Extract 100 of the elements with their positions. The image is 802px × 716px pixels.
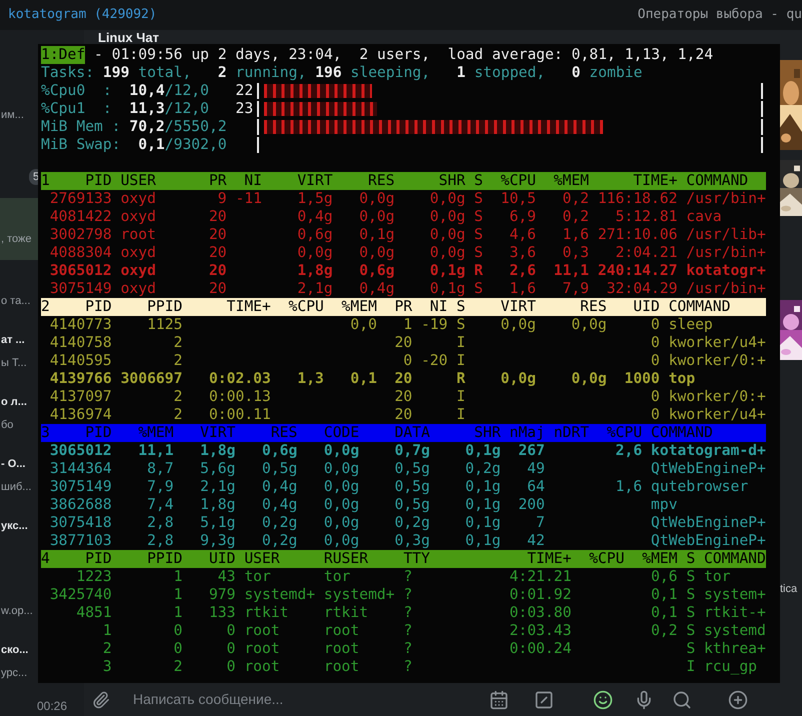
table-cell: 267 bbox=[518, 442, 545, 459]
chat-list-item[interactable]: , тоже bbox=[0, 198, 38, 260]
column-header: TIME+ bbox=[526, 550, 572, 568]
table-cell: I bbox=[456, 388, 466, 405]
table-cell: 0,5g bbox=[394, 478, 430, 495]
table-cell: 0:00.24 bbox=[510, 640, 572, 657]
table-cell: 0,0g bbox=[359, 244, 395, 261]
table-cell: 20 bbox=[394, 388, 412, 405]
message-input[interactable]: Написать сообщение... bbox=[133, 689, 489, 710]
table-cell: systemd+ bbox=[244, 586, 316, 603]
table-cell: rtkit bbox=[324, 604, 368, 621]
column-header: USER bbox=[120, 172, 157, 190]
table-cell: rtkit-+ bbox=[704, 604, 766, 621]
table-cell: mpv bbox=[650, 496, 678, 513]
table-cell: 979 bbox=[208, 586, 236, 603]
window-label: 1:Def bbox=[41, 46, 86, 64]
table-cell: 0,1g bbox=[465, 532, 501, 549]
window-number: 2 bbox=[41, 298, 50, 316]
column-header: %CPU bbox=[288, 298, 324, 316]
table-cell: 0,5g bbox=[394, 460, 430, 477]
table-cell: 32:04.29 bbox=[606, 280, 678, 297]
calendar-icon[interactable] bbox=[489, 690, 509, 710]
meter-value: 10,4 bbox=[128, 82, 165, 100]
table-cell: 2 bbox=[174, 334, 182, 351]
meter-percent: 22 bbox=[236, 82, 254, 99]
chat-preview: шиб... bbox=[1, 480, 32, 495]
chat-preview: w.op... bbox=[1, 604, 33, 619]
table-cell: 7 bbox=[536, 514, 545, 531]
table-cell: 1223 bbox=[76, 568, 112, 585]
table-cell: 240:14.27 bbox=[598, 262, 678, 279]
table-cell: 1 bbox=[174, 586, 182, 603]
table-cell: 0 bbox=[226, 658, 236, 675]
table-cell: 3075418 bbox=[50, 514, 112, 531]
column-header: %MEM bbox=[552, 172, 590, 190]
window-number: 3 bbox=[41, 424, 50, 442]
table-cell: 2,6 bbox=[616, 442, 642, 459]
meter-value: 0,1 bbox=[137, 136, 165, 154]
column-header: COMMAND bbox=[668, 298, 732, 316]
table-cell: 11,1 bbox=[138, 442, 174, 459]
table-cell: oxyd bbox=[120, 244, 156, 261]
column-header: PR bbox=[394, 298, 412, 316]
plus-icon[interactable] bbox=[728, 690, 748, 710]
search-icon[interactable] bbox=[672, 690, 692, 710]
column-header: USER bbox=[244, 550, 281, 568]
table-cell: root bbox=[324, 622, 360, 639]
meter-value: 70,2 bbox=[128, 118, 165, 136]
table-cell: 0:00.11 bbox=[208, 406, 271, 423]
column-header: %CPU bbox=[500, 172, 536, 190]
table-cell: ? bbox=[403, 586, 412, 603]
table-cell: 0,1 bbox=[650, 586, 678, 603]
table-cell: 0,1g bbox=[430, 262, 466, 279]
table-cell: rtkit bbox=[244, 604, 289, 621]
table-cell: system+ bbox=[704, 586, 766, 603]
table-cell: 1 bbox=[174, 604, 182, 621]
window-number: 4 bbox=[41, 550, 50, 568]
emoji-icon[interactable] bbox=[593, 690, 613, 710]
table-cell: 4851 bbox=[76, 604, 112, 621]
table-cell: 1,6 bbox=[562, 226, 590, 243]
column-header: NI bbox=[428, 298, 448, 316]
table-cell: 49 bbox=[527, 460, 545, 477]
attach-icon[interactable] bbox=[92, 690, 110, 708]
column-header: S bbox=[456, 298, 466, 316]
table-cell: 0,0g bbox=[324, 442, 360, 459]
table-cell: qutebrowser bbox=[650, 478, 748, 495]
table-cell: 4140595 bbox=[50, 352, 112, 369]
table-cell: 2,1g bbox=[200, 478, 236, 495]
table-cell: 0,7g bbox=[394, 442, 430, 459]
table-cell: /usr/bin+ bbox=[686, 190, 766, 207]
table-cell: 3425740 bbox=[50, 586, 112, 603]
table-cell: 0,5g bbox=[394, 496, 430, 513]
table-cell: /usr/bin+ bbox=[686, 280, 766, 297]
commands-icon[interactable] bbox=[534, 690, 554, 710]
table-cell: 0:03.80 bbox=[510, 604, 572, 621]
column-header: RUSER bbox=[324, 550, 370, 568]
table-cell: 0:00.13 bbox=[208, 388, 271, 405]
table-cell: 0,1g bbox=[465, 496, 501, 513]
column-header: COMMAND bbox=[650, 424, 714, 442]
table-cell: 4137097 bbox=[50, 388, 112, 405]
table-cell: 0:01.92 bbox=[510, 586, 572, 603]
chat-preview: ы Т... bbox=[1, 356, 27, 371]
table-cell: cava bbox=[686, 208, 722, 225]
table-cell: 0,3 bbox=[562, 244, 590, 261]
table-cell: 2 bbox=[174, 406, 182, 423]
chat-name: укс... bbox=[1, 519, 28, 534]
column-header: PID bbox=[85, 298, 112, 316]
table-cell: 0,0g bbox=[297, 244, 333, 261]
table-cell: 0,4g bbox=[262, 496, 298, 513]
chat-preview: о та... bbox=[1, 294, 30, 309]
meter-label: %Cpu0 : bbox=[41, 82, 113, 100]
table-cell: kthrea+ bbox=[704, 640, 766, 657]
table-cell: 3,6 bbox=[509, 244, 536, 261]
table-cell: 3065012 bbox=[50, 262, 112, 279]
table-cell: 3862688 bbox=[50, 496, 112, 513]
table-cell: tor bbox=[704, 568, 730, 585]
table-cell: 2,6 bbox=[509, 262, 536, 279]
table-cell: 0,1g bbox=[359, 226, 395, 243]
table-cell: 6,9 bbox=[509, 208, 536, 225]
table-cell: /usr/lib+ bbox=[686, 226, 766, 243]
column-header: nMaj bbox=[510, 424, 545, 442]
table-cell: 1,6 bbox=[616, 478, 642, 495]
